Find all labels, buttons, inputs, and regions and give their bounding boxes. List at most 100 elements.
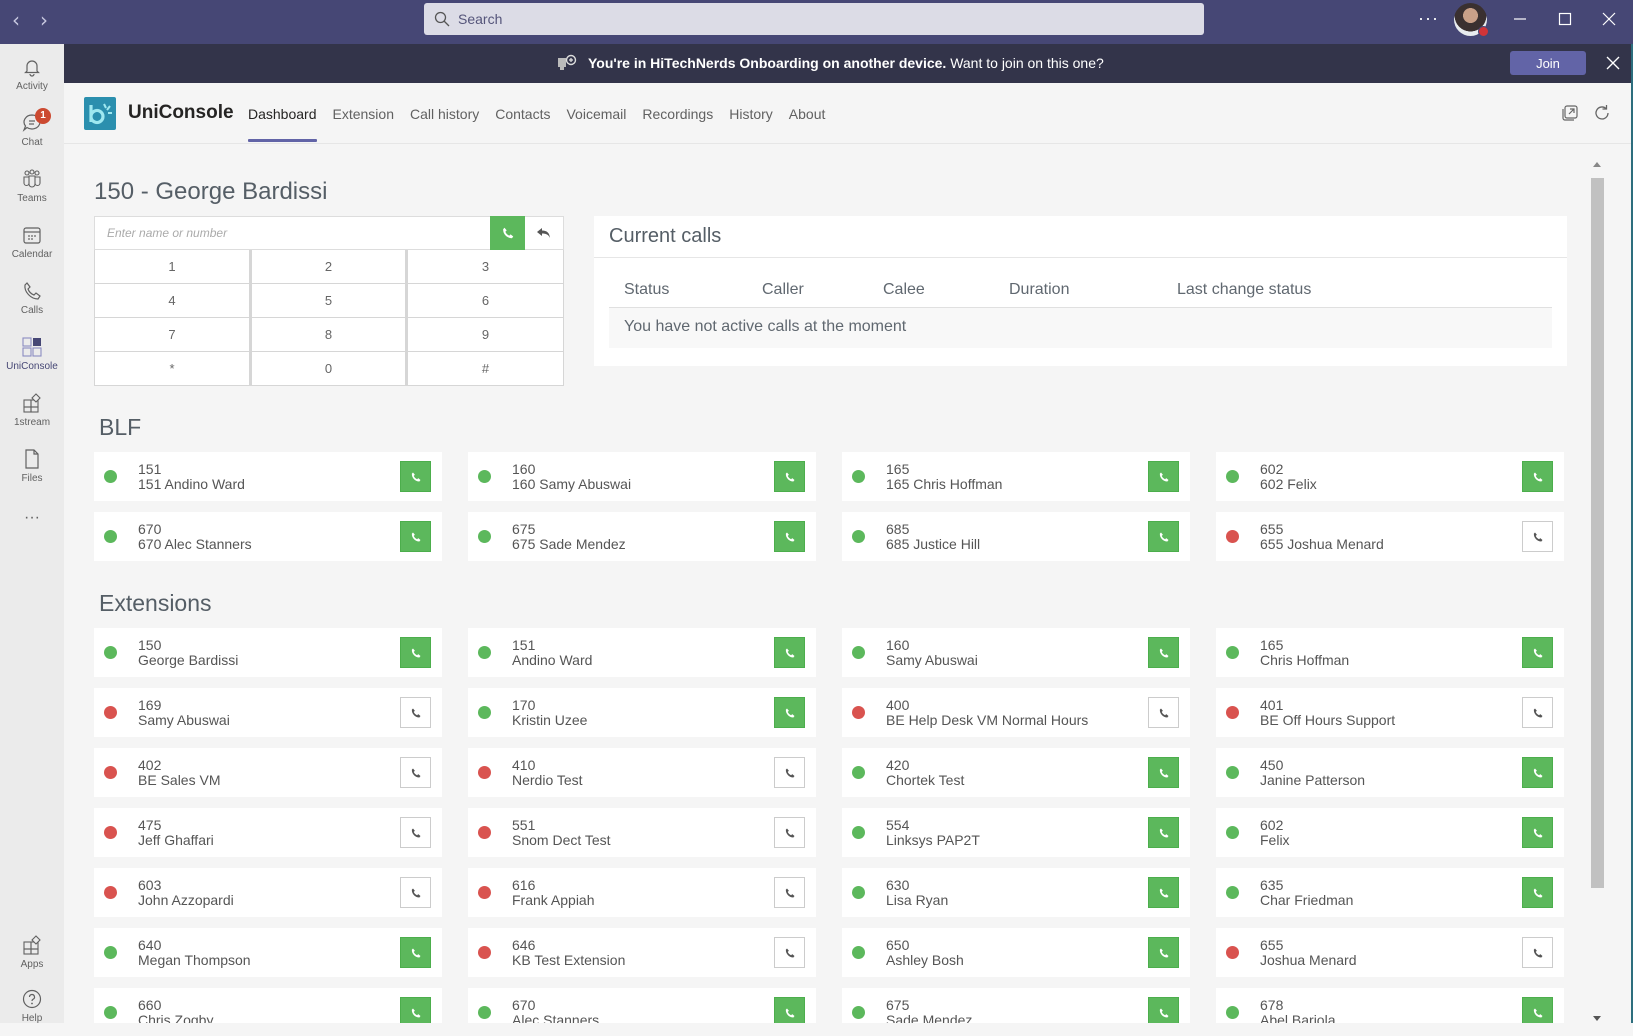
- rail-item-teams[interactable]: Teams: [0, 164, 64, 216]
- call-button[interactable]: [1148, 461, 1179, 492]
- call-button[interactable]: [1522, 461, 1553, 492]
- user-avatar[interactable]: [1454, 3, 1489, 37]
- minimize-button[interactable]: [1505, 6, 1535, 32]
- rail-item-uniconsole[interactable]: UniConsole: [0, 332, 64, 384]
- tab-extension[interactable]: Extension: [325, 83, 402, 144]
- call-button[interactable]: [400, 817, 431, 848]
- rail-item-files[interactable]: Files: [0, 444, 64, 496]
- call-button[interactable]: [1522, 817, 1553, 848]
- rail-item-calls[interactable]: Calls: [0, 276, 64, 328]
- keypad-key[interactable]: 1: [94, 250, 250, 284]
- call-button[interactable]: [400, 997, 431, 1023]
- rail-item-1stream[interactable]: 1stream: [0, 388, 64, 440]
- phone-icon: [1159, 648, 1168, 657]
- call-button[interactable]: [1148, 937, 1179, 968]
- rail-item-apps[interactable]: Apps: [0, 930, 64, 982]
- backspace-button[interactable]: [525, 217, 563, 249]
- keypad-key[interactable]: 8: [250, 318, 406, 352]
- call-button[interactable]: [1522, 877, 1553, 908]
- rail-item-help[interactable]: Help: [0, 984, 64, 1036]
- back-arrow-icon[interactable]: ‹: [4, 8, 28, 32]
- extension-name: Chris Hoffman: [1260, 652, 1350, 668]
- call-button[interactable]: [400, 521, 431, 552]
- call-button[interactable]: [774, 877, 805, 908]
- tab-about[interactable]: About: [781, 83, 834, 144]
- call-button[interactable]: [1522, 997, 1553, 1023]
- tab-recordings[interactable]: Recordings: [634, 83, 721, 144]
- call-button[interactable]: [1148, 637, 1179, 668]
- keypad-key[interactable]: 2: [250, 250, 406, 284]
- keypad-key[interactable]: 3: [406, 250, 564, 284]
- tab-call-history[interactable]: Call history: [402, 83, 487, 144]
- phone-icon: [785, 888, 794, 897]
- rail-label: 1stream: [13, 417, 51, 428]
- call-button[interactable]: [1522, 521, 1553, 552]
- scrollbar-thumb[interactable]: [1591, 178, 1604, 888]
- call-button[interactable]: [1148, 997, 1179, 1023]
- close-icon: [1606, 56, 1620, 70]
- scroll-up-arrow-icon[interactable]: [1593, 162, 1601, 167]
- more-options-icon[interactable]: ···: [1418, 8, 1439, 29]
- close-window-button[interactable]: [1594, 6, 1624, 32]
- maximize-button[interactable]: [1550, 6, 1580, 32]
- keypad-key[interactable]: 9: [406, 318, 564, 352]
- search-box[interactable]: [424, 3, 1204, 35]
- call-button[interactable]: [1522, 697, 1553, 728]
- call-button[interactable]: [1148, 521, 1179, 552]
- call-button[interactable]: [400, 637, 431, 668]
- call-button[interactable]: [774, 697, 805, 728]
- tab-dashboard[interactable]: Dashboard: [240, 83, 325, 144]
- rail-more-button[interactable]: ···: [0, 506, 64, 530]
- keypad-key[interactable]: *: [94, 352, 250, 386]
- join-button[interactable]: Join: [1510, 51, 1586, 75]
- call-button[interactable]: [1148, 817, 1179, 848]
- rail-item-calendar[interactable]: Calendar: [0, 220, 64, 272]
- call-button[interactable]: [1148, 697, 1179, 728]
- tab-voicemail[interactable]: Voicemail: [558, 83, 634, 144]
- call-button[interactable]: [774, 997, 805, 1023]
- extension-name: BE Sales VM: [138, 772, 221, 788]
- call-button[interactable]: [774, 461, 805, 492]
- keypad-key[interactable]: 5: [250, 284, 406, 318]
- call-button[interactable]: [1148, 877, 1179, 908]
- extension-number: 165: [886, 461, 910, 477]
- call-button[interactable]: [1148, 757, 1179, 788]
- banner-close-button[interactable]: [1602, 52, 1624, 74]
- call-button[interactable]: [1522, 637, 1553, 668]
- phone-icon: [1159, 888, 1168, 897]
- call-button[interactable]: [774, 757, 805, 788]
- extension-name: BE Off Hours Support: [1260, 712, 1396, 728]
- extension-name: Samy Abuswai: [886, 652, 978, 668]
- tab-history[interactable]: History: [721, 83, 781, 144]
- dial-input[interactable]: [95, 217, 490, 249]
- call-button[interactable]: [400, 697, 431, 728]
- call-button[interactable]: [774, 521, 805, 552]
- call-button[interactable]: [1522, 757, 1553, 788]
- call-button[interactable]: [774, 817, 805, 848]
- rail-label: UniConsole: [6, 361, 58, 372]
- search-input[interactable]: [458, 11, 1158, 27]
- popout-button[interactable]: [1560, 103, 1580, 123]
- refresh-button[interactable]: [1592, 103, 1612, 123]
- call-button[interactable]: [774, 937, 805, 968]
- vertical-scrollbar[interactable]: [1590, 160, 1607, 1023]
- rail-item-activity[interactable]: Activity: [0, 52, 64, 104]
- keypad-key[interactable]: 0: [250, 352, 406, 386]
- keypad-key[interactable]: 7: [94, 318, 250, 352]
- keypad-key[interactable]: 4: [94, 284, 250, 318]
- call-button[interactable]: [400, 757, 431, 788]
- tab-contacts[interactable]: Contacts: [487, 83, 558, 144]
- keypad-key[interactable]: 6: [406, 284, 564, 318]
- call-button[interactable]: [774, 637, 805, 668]
- call-button[interactable]: [400, 937, 431, 968]
- keypad-key[interactable]: #: [406, 352, 564, 386]
- call-button[interactable]: [400, 877, 431, 908]
- dial-call-button[interactable]: [490, 216, 525, 250]
- call-button[interactable]: [400, 461, 431, 492]
- blf-card: 165 165 Chris Hoffman: [842, 452, 1190, 501]
- scroll-down-arrow-icon[interactable]: [1593, 1016, 1601, 1021]
- rail-item-chat[interactable]: Chat 1: [0, 108, 64, 160]
- forward-arrow-icon[interactable]: ›: [32, 8, 56, 32]
- call-button[interactable]: [1522, 937, 1553, 968]
- status-dot: [104, 470, 117, 483]
